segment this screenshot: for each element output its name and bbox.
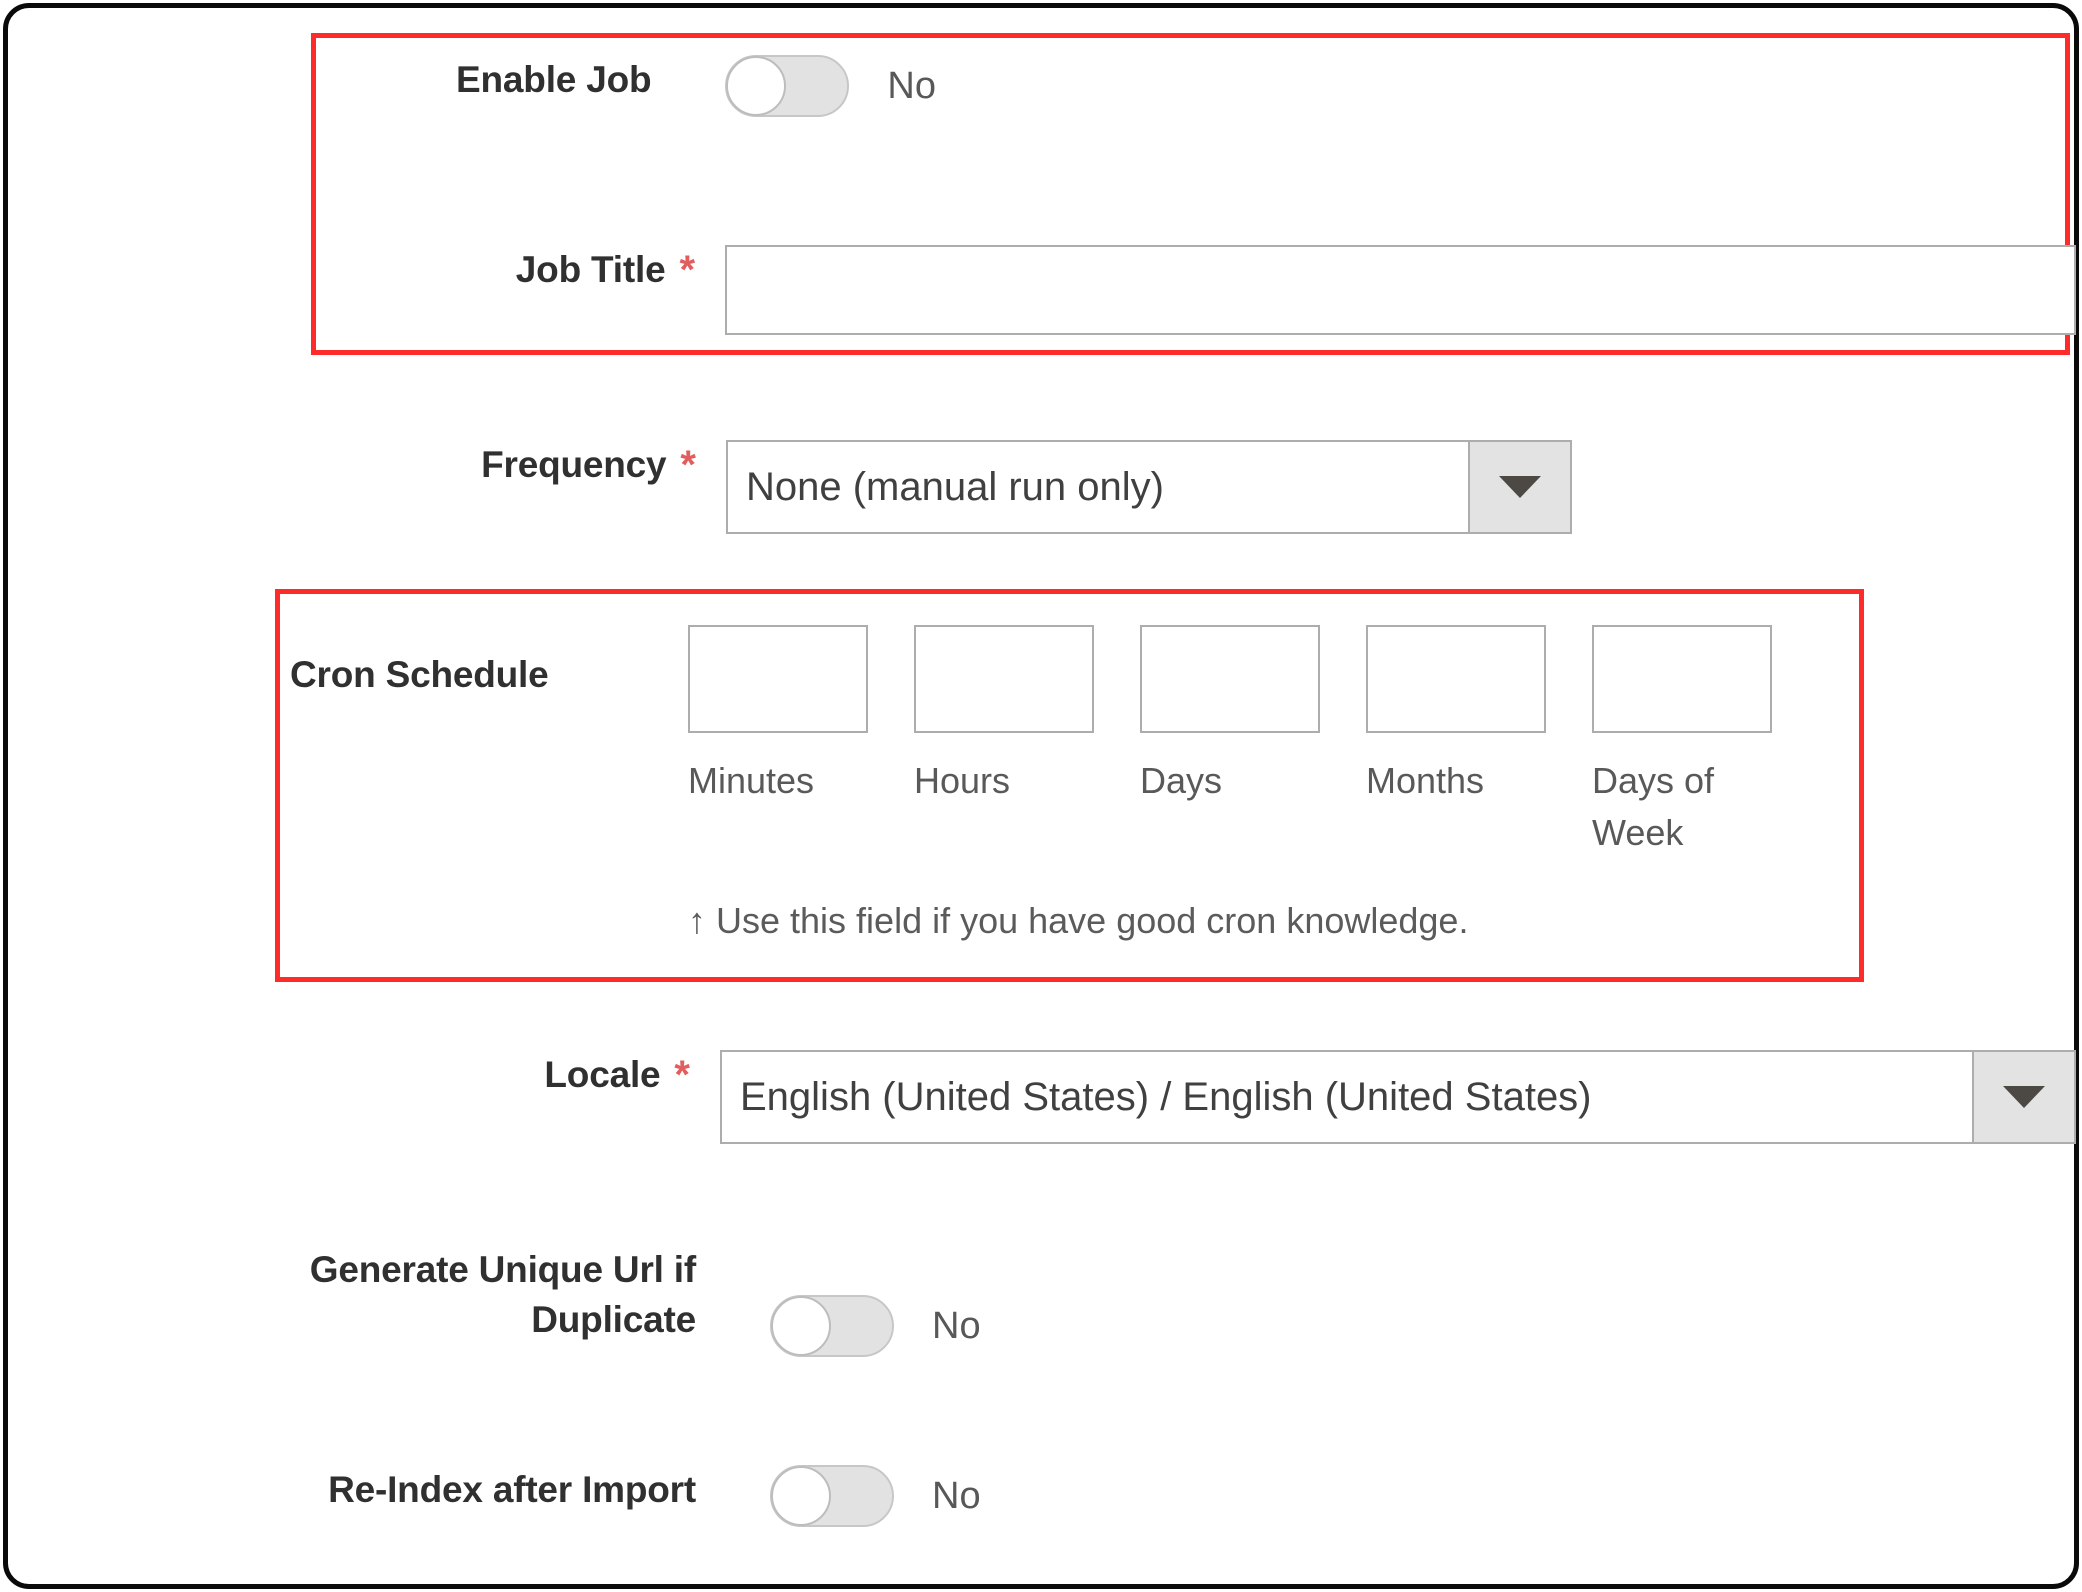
field-row-frequency: Frequency * None (manual run only) [376,440,1576,534]
job-title-input[interactable] [725,245,2076,335]
toggle-knob-icon [771,1466,831,1526]
field-row-job-title: Job Title * [376,245,2076,335]
enable-job-toggle[interactable] [725,55,850,117]
locale-dropdown-button[interactable] [1972,1050,2076,1144]
generate-unique-url-toggle-value: No [932,1305,981,1347]
chevron-down-icon [1499,476,1541,498]
frequency-required-asterisk: * [680,443,696,487]
chevron-down-icon [2003,1086,2045,1108]
cron-schedule-label-wrap: Cron Schedule [290,650,620,700]
cron-days-of-week-caption: Days of Week [1592,760,1715,853]
job-title-required-asterisk: * [679,248,696,292]
enable-job-toggle-value: No [887,65,936,107]
cron-minutes-input[interactable] [688,625,868,733]
job-title-label: Job Title [515,249,666,290]
field-row-locale: Locale * English (United States) / Engli… [376,1050,2076,1144]
reindex-after-import-toggle[interactable] [770,1465,894,1527]
reindex-after-import-label: Re-Index after Import [328,1469,696,1510]
locale-selected-value: English (United States) / English (Unite… [720,1050,1972,1144]
generate-unique-url-label: Generate Unique Url if Duplicate [309,1249,696,1340]
cron-days-caption: Days [1140,760,1223,801]
frequency-select[interactable]: None (manual run only) [726,440,1572,534]
locale-label: Locale [544,1054,661,1095]
frequency-selected-value: None (manual run only) [726,440,1468,534]
generate-unique-url-toggle[interactable] [770,1295,894,1357]
field-row-reindex-after-import: Re-Index after Import No [110,1465,1010,1527]
reindex-after-import-toggle-value: No [932,1475,981,1517]
field-row-enable-job: Enable Job No [376,55,936,117]
cron-hours-input[interactable] [914,625,1094,733]
cron-days-of-week-input[interactable] [1592,625,1772,733]
cron-days-input[interactable] [1140,625,1320,733]
field-row-generate-unique-url: Generate Unique Url if Duplicate No [110,1245,1010,1357]
cron-months-caption: Months [1366,760,1485,801]
cron-hours-caption: Hours [914,760,1011,801]
enable-job-label: Enable Job [456,59,652,100]
toggle-knob-icon [726,56,787,116]
cron-schedule-hint: ↑ Use this field if you have good cron k… [688,900,1469,941]
locale-select[interactable]: English (United States) / English (Unite… [720,1050,2076,1144]
frequency-dropdown-button[interactable] [1468,440,1572,534]
cron-months-input[interactable] [1366,625,1546,733]
toggle-knob-icon [771,1296,831,1356]
cron-minutes-caption: Minutes [688,760,815,801]
cron-schedule-label: Cron Schedule [290,654,549,695]
frequency-label: Frequency [481,444,667,485]
form-screenshot: Enable Job No Job Title * Frequency * No… [0,0,2082,1592]
locale-required-asterisk: * [674,1053,690,1097]
